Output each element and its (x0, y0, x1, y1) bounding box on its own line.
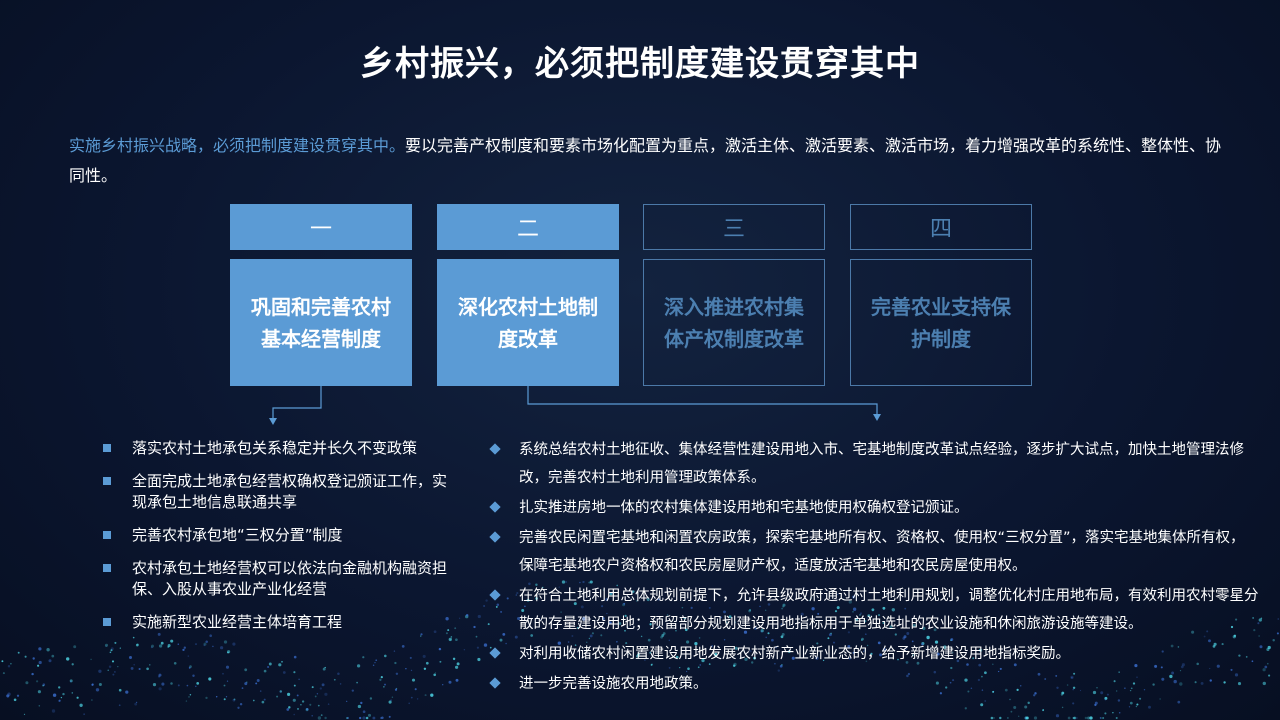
left-bullet-list: 落实农村土地承包关系稳定并长久不变政策 全面完成土地承包经营权确权登记颁证工作，… (103, 438, 453, 645)
list-item: 在符合土地利用总体规划前提下，允许县级政府通过村土地利用规划，调整优化村庄用地布… (489, 582, 1259, 638)
diamond-bullet-icon (489, 443, 501, 455)
diamond-bullet-icon (489, 647, 501, 659)
connector-left (272, 386, 322, 420)
list-item: 落实农村土地承包关系稳定并长久不变政策 (103, 438, 453, 459)
list-item: 全面完成土地承包经营权确权登记颁证工作，实现承包土地信息联通共享 (103, 471, 453, 513)
right-bullet-list: 系统总结农村土地征收、集体经营性建设用地入市、宅基地制度改革试点经验，逐步扩大试… (489, 436, 1259, 700)
list-item: 进一步完善设施农用地政策。 (489, 670, 1259, 698)
list-item: 实施新型农业经营主体培育工程 (103, 612, 453, 633)
list-item: 完善农村承包地“三权分置”制度 (103, 525, 453, 546)
list-item: 农村承包土地经营权可以依法向金融机构融资担保、入股从事农业产业化经营 (103, 558, 453, 600)
square-bullet-icon (103, 531, 111, 539)
diamond-bullet-icon (489, 589, 501, 601)
connector-right (527, 386, 878, 416)
square-bullet-icon (103, 618, 111, 626)
arrow-head-right (873, 414, 881, 421)
square-bullet-icon (103, 564, 111, 572)
square-bullet-icon (103, 444, 111, 452)
square-bullet-icon (103, 477, 111, 485)
list-item: 完善农民闲置宅基地和闲置农房政策，探索宅基地所有权、资格权、使用权“三权分置”，… (489, 524, 1259, 580)
diamond-bullet-icon (489, 531, 501, 543)
diamond-bullet-icon (489, 677, 501, 689)
arrow-head-left (269, 418, 277, 425)
diamond-bullet-icon (489, 501, 501, 513)
list-item: 扎实推进房地一体的农村集体建设用地和宅基地使用权确权登记颁证。 (489, 494, 1259, 522)
list-item: 对利用收储农村闲置建设用地发展农村新产业新业态的，给予新增建设用地指标奖励。 (489, 640, 1259, 668)
list-item: 系统总结农村土地征收、集体经营性建设用地入市、宅基地制度改革试点经验，逐步扩大试… (489, 436, 1259, 492)
